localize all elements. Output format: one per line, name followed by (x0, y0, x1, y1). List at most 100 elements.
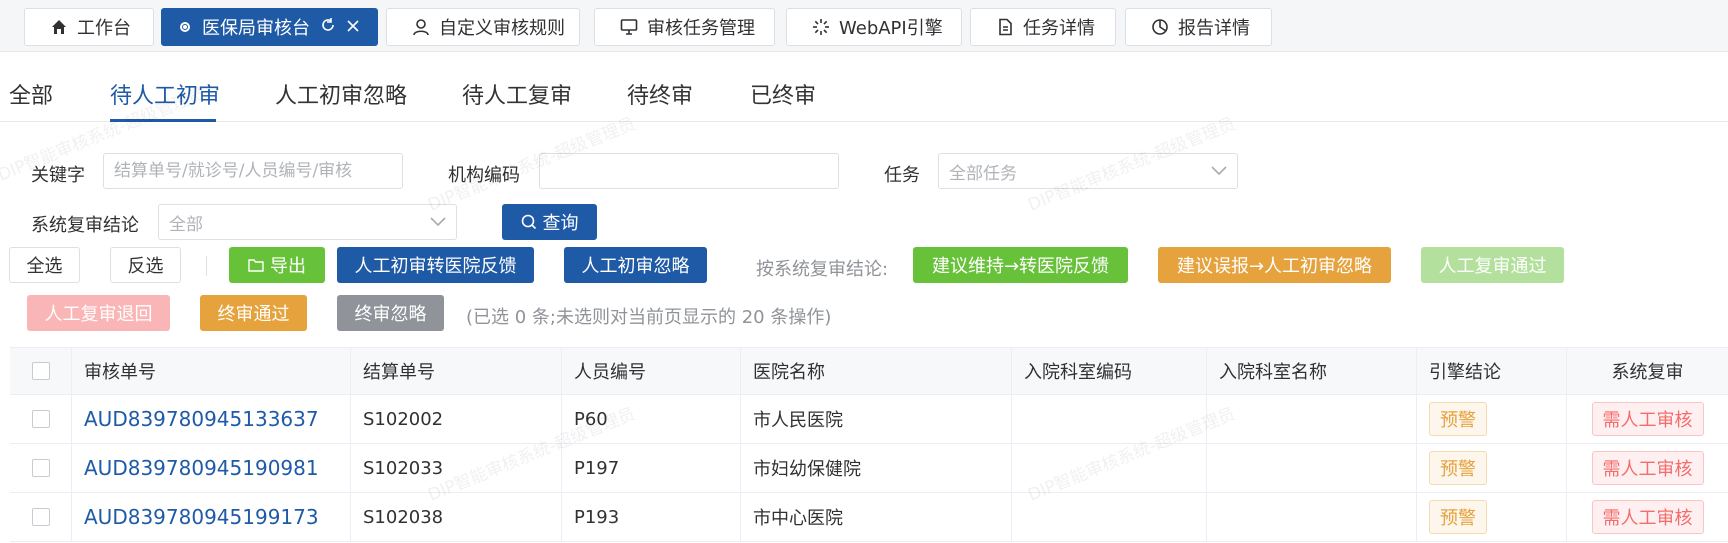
table-row[interactable]: AUD839780945199173 S102038 P193 市中心医院 预警… (10, 493, 1728, 542)
sys-conclusion-label: 系统复审结论 (31, 215, 139, 236)
row-checkbox[interactable] (31, 508, 50, 526)
engine-conclusion-tag: 预警 (1429, 500, 1487, 534)
col-settle-no: 结算单号 (351, 348, 562, 394)
tab-label: 医保局审核台 (202, 18, 310, 39)
select-all-button[interactable]: 全选 (9, 247, 80, 283)
first-review-ignore-button[interactable]: 人工初审忽略 (564, 247, 707, 283)
person-no-cell: P197 (562, 444, 741, 492)
tab-label: 自定义审核规则 (439, 18, 565, 39)
tab-task-management[interactable]: 审核任务管理 (594, 8, 775, 46)
dept-name-cell (1207, 395, 1417, 443)
engine-conclusion-tag: 预警 (1429, 402, 1487, 436)
audit-table: 审核单号 结算单号 人员编号 医院名称 入院科室编码 入院科室名称 引擎结论 系… (10, 347, 1728, 543)
chevron-down-icon (1211, 161, 1227, 181)
status-tab-pending-first[interactable]: 待人工初审 (110, 78, 220, 110)
chevron-down-icon (430, 212, 446, 232)
tab-custom-rules[interactable]: 自定义审核规则 (386, 8, 580, 46)
col-dept-name: 入院科室名称 (1207, 348, 1417, 394)
tab-label: 审核任务管理 (647, 18, 755, 39)
final-ignore-button[interactable]: 终审忽略 (337, 295, 444, 331)
selection-hint: (已选 0 条;未选则对当前页显示的 20 条操作) (466, 307, 832, 328)
col-person-no: 人员编号 (562, 348, 741, 394)
top-tab-bar: 工作台 医保局审核台 自定义审核规则 审核任务管理 WebAPI引擎 任务详情 (0, 0, 1728, 52)
query-button[interactable]: 查询 (502, 204, 597, 240)
to-hospital-feedback-button[interactable]: 人工初审转医院反馈 (337, 247, 534, 283)
tab-medical-audit[interactable]: 医保局审核台 (161, 8, 378, 46)
tab-label: 工作台 (77, 18, 131, 39)
table-row[interactable]: AUD839780945190981 S102033 P197 市妇幼保健院 预… (10, 444, 1728, 493)
tab-label: WebAPI引擎 (839, 18, 943, 39)
active-tab-indicator (110, 119, 216, 122)
home-icon (49, 17, 69, 37)
keyword-input[interactable] (103, 153, 403, 189)
status-tab-pending-review[interactable]: 待人工复审 (462, 78, 572, 110)
engine-conclusion-tag: 预警 (1429, 451, 1487, 485)
tab-label: 报告详情 (1178, 18, 1250, 39)
final-pass-button[interactable]: 终审通过 (200, 295, 307, 331)
hospital-cell: 市中心医院 (741, 493, 1012, 541)
refresh-icon[interactable] (320, 17, 336, 37)
suggest-false-alarm-button[interactable]: 建议误报→人工初审忽略 (1158, 247, 1391, 283)
col-audit-no: 审核单号 (72, 348, 351, 394)
pie-chart-icon (1150, 17, 1170, 37)
settle-no-cell: S102033 (351, 444, 562, 492)
col-engine-conclusion: 引擎结论 (1417, 348, 1567, 394)
review-pass-button[interactable]: 人工复审通过 (1421, 247, 1564, 283)
folder-icon (248, 258, 264, 272)
user-icon (411, 17, 431, 37)
col-dept-code: 入院科室编码 (1012, 348, 1207, 394)
audit-no-link[interactable]: AUD839780945190981 (84, 456, 319, 480)
close-icon[interactable] (346, 18, 360, 37)
dept-name-cell (1207, 493, 1417, 541)
audit-no-link[interactable]: AUD839780945199173 (84, 505, 319, 529)
task-label: 任务 (884, 165, 920, 186)
status-tab-all[interactable]: 全部 (9, 78, 53, 110)
dept-code-cell (1012, 444, 1207, 492)
status-tab-finalized[interactable]: 已终审 (750, 78, 816, 110)
tab-task-details[interactable]: 任务详情 (970, 8, 1116, 46)
tab-webapi-engine[interactable]: WebAPI引擎 (786, 8, 962, 46)
person-no-cell: P60 (562, 395, 741, 443)
monitor-icon (619, 17, 639, 37)
hospital-cell: 市妇幼保健院 (741, 444, 1012, 492)
dept-code-cell (1012, 493, 1207, 541)
task-select[interactable]: 全部任务 (938, 153, 1238, 189)
task-select-value: 全部任务 (949, 163, 1017, 184)
system-review-tag: 需人工审核 (1591, 402, 1704, 436)
row-checkbox[interactable] (31, 410, 50, 428)
divider (206, 256, 207, 276)
settle-no-cell: S102038 (351, 493, 562, 541)
tab-workbench[interactable]: 工作台 (24, 8, 154, 46)
org-code-label: 机构编码 (448, 165, 520, 186)
radio-dot-icon (180, 22, 190, 32)
loading-icon (811, 17, 831, 37)
settle-no-cell: S102002 (351, 395, 562, 443)
select-all-checkbox[interactable] (31, 362, 50, 380)
keyword-label: 关键字 (31, 165, 85, 186)
tab-report-details[interactable]: 报告详情 (1125, 8, 1272, 46)
search-icon (521, 214, 537, 230)
document-icon (995, 17, 1015, 37)
sys-conclusion-select[interactable]: 全部 (158, 204, 457, 240)
dept-name-cell (1207, 444, 1417, 492)
table-row[interactable]: AUD839780945133637 S102002 P60 市人民医院 预警 … (10, 395, 1728, 444)
suggest-keep-button[interactable]: 建议维持→转医院反馈 (913, 247, 1128, 283)
dept-code-cell (1012, 395, 1207, 443)
person-no-cell: P193 (562, 493, 741, 541)
table-header: 审核单号 结算单号 人员编号 医院名称 入院科室编码 入院科室名称 引擎结论 系… (10, 348, 1728, 395)
status-tab-first-ignored[interactable]: 人工初审忽略 (275, 78, 407, 110)
export-button[interactable]: 导出 (229, 247, 325, 283)
audit-no-link[interactable]: AUD839780945133637 (84, 407, 319, 431)
tab-label: 任务详情 (1023, 18, 1095, 39)
review-return-button[interactable]: 人工复审退回 (27, 295, 170, 331)
col-system-review: 系统复审 (1611, 362, 1684, 383)
status-tab-pending-final[interactable]: 待终审 (627, 78, 693, 110)
org-code-input[interactable] (539, 153, 839, 189)
invert-selection-button[interactable]: 反选 (110, 247, 181, 283)
col-hospital: 医院名称 (741, 348, 1012, 394)
row-checkbox[interactable] (31, 459, 50, 477)
system-review-tag: 需人工审核 (1591, 500, 1704, 534)
status-tabs: 全部 待人工初审 人工初审忽略 待人工复审 待终审 已终审 (0, 60, 1728, 122)
hospital-cell: 市人民医院 (741, 395, 1012, 443)
sys-conclusion-value: 全部 (169, 214, 203, 235)
